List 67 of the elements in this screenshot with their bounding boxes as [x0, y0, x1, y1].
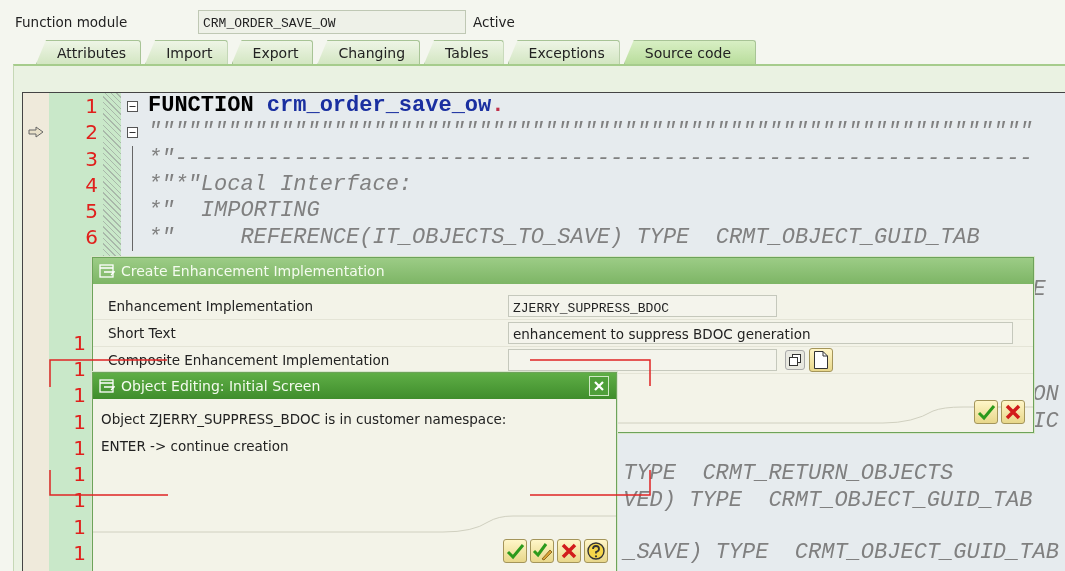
code-comment: IC — [1032, 408, 1059, 434]
help-icon — [586, 541, 606, 561]
confirm-button[interactable] — [974, 400, 998, 424]
confirm-edit-button[interactable] — [530, 539, 554, 563]
help-button[interactable] — [584, 539, 608, 563]
code-comment: *"*"Local Interface: — [148, 172, 413, 198]
message-text: Object ZJERRY_SUPPRESS_BDOC is in customer namespace: — [100, 410, 508, 429]
line-number: 1 — [73, 435, 86, 460]
tab[interactable]: Changing — [317, 40, 421, 64]
code-comment: """"""""""""""""""""""""""""""""""""""""""""""""""""""""""""""""""" — [148, 119, 1033, 145]
code-comment: *" REFERENCE(IT_OBJECTS_TO_SAVE) TYPE CRMT_OBJECT_GUID_TAB — [148, 224, 980, 250]
check-icon — [505, 541, 525, 561]
line-number: 1 — [73, 514, 86, 539]
new-document-button[interactable] — [809, 348, 833, 372]
tab[interactable]: Attributes — [36, 40, 142, 64]
line-number: 6 — [85, 225, 98, 250]
tab[interactable]: Export — [231, 40, 314, 64]
line-number: 1 — [73, 409, 86, 434]
cancel-button[interactable] — [1001, 400, 1025, 424]
line-number: 3 — [85, 146, 98, 171]
line-number: 1 — [85, 94, 98, 118]
input-field[interactable]: ZJERRY_SUPPRESS_BDOC — [508, 295, 777, 317]
tab[interactable]: Exceptions — [507, 40, 620, 64]
message-text: ENTER -> continue creation — [100, 437, 290, 456]
cancel-icon — [1003, 402, 1023, 422]
field-label: Short Text — [108, 324, 176, 341]
copy-button[interactable] — [785, 350, 805, 370]
window-icon — [99, 264, 115, 278]
line-number: 1 — [73, 330, 86, 355]
line-number: 1 — [73, 488, 86, 513]
copy-icon — [789, 354, 801, 366]
code-comment: VED) TYPE CRMT_OBJECT_GUID_TAB — [623, 487, 1033, 513]
document-icon — [814, 351, 828, 369]
code-comment: *"----------------------------------------------------------------- — [148, 145, 1033, 171]
dialog-title: Object Editing: Initial Screen — [121, 376, 321, 396]
input-field[interactable] — [508, 349, 777, 371]
cancel-icon — [559, 541, 579, 561]
check-icon — [976, 402, 996, 422]
confirm-button[interactable] — [503, 539, 527, 563]
tab[interactable]: Tables — [424, 40, 504, 64]
field-label: Function module — [15, 13, 129, 32]
line-number: 2 — [85, 120, 98, 145]
close-icon — [593, 380, 605, 392]
code-text: crm_order_save_ow — [266, 93, 492, 119]
line-number: 5 — [85, 199, 98, 224]
input-field[interactable]: enhancement to suppress BDOC generation — [508, 322, 1013, 344]
code-text: FUNCTION — [148, 93, 254, 119]
code-text: . — [491, 93, 505, 119]
collapse-icon[interactable] — [127, 100, 138, 112]
line-number: 1 — [73, 356, 86, 381]
window-icon — [99, 379, 115, 393]
status-text: Active — [473, 13, 515, 32]
cancel-button[interactable] — [557, 539, 581, 563]
tab[interactable]: Source code — [623, 40, 757, 64]
field-label: Enhancement Implementation — [108, 297, 313, 314]
close-button[interactable] — [589, 376, 609, 396]
dialog-title: Create Enhancement Implementation — [121, 261, 385, 281]
code-comment: _SAVE) TYPE CRMT_OBJECT_GUID_TAB — [623, 540, 1059, 566]
tab[interactable]: Import — [145, 40, 228, 64]
line-number: 4 — [85, 172, 98, 197]
line-number: 1 — [73, 462, 86, 487]
check-pencil-icon — [532, 541, 552, 561]
function-module-field[interactable]: CRM_ORDER_SAVE_OW — [198, 10, 466, 34]
code-comment: *" IMPORTING — [148, 198, 320, 224]
line-number: 1 — [73, 383, 86, 408]
line-number: 1 — [73, 541, 86, 566]
collapse-icon[interactable] — [127, 126, 138, 138]
